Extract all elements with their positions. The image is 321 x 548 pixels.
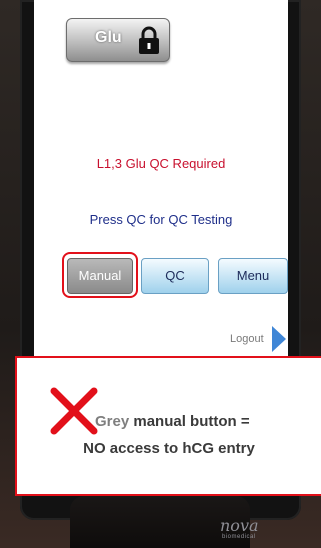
- glu-button-label: Glu: [95, 29, 122, 46]
- press-qc-message: Press QC for QC Testing: [89, 212, 233, 227]
- manual-button-highlight: [62, 252, 138, 298]
- annotation-callout: Grey manual button = NO access to hCG en…: [15, 356, 321, 496]
- logout-label[interactable]: Logout: [230, 333, 264, 345]
- arrow-right-icon[interactable]: [272, 326, 286, 352]
- red-x-icon: [50, 387, 98, 435]
- brand-logo: nova: [220, 516, 259, 535]
- menu-button[interactable]: Menu: [218, 258, 288, 294]
- brand-subtitle: biomedical: [222, 534, 256, 540]
- qc-button[interactable]: QC: [141, 258, 209, 294]
- callout-line-1: Grey manual button =: [95, 413, 250, 430]
- lock-icon: [137, 25, 161, 55]
- callout-line-1-rest: manual button =: [129, 413, 250, 430]
- callout-line-2: NO access to hCG entry: [83, 440, 255, 457]
- callout-grey-word: Grey: [95, 413, 130, 430]
- device-screen: Glu L1,3 Glu QC Required Press QC for QC…: [34, 0, 288, 356]
- qc-required-message: L1,3 Glu QC Required: [96, 156, 226, 171]
- glu-locked-button[interactable]: Glu: [66, 18, 170, 62]
